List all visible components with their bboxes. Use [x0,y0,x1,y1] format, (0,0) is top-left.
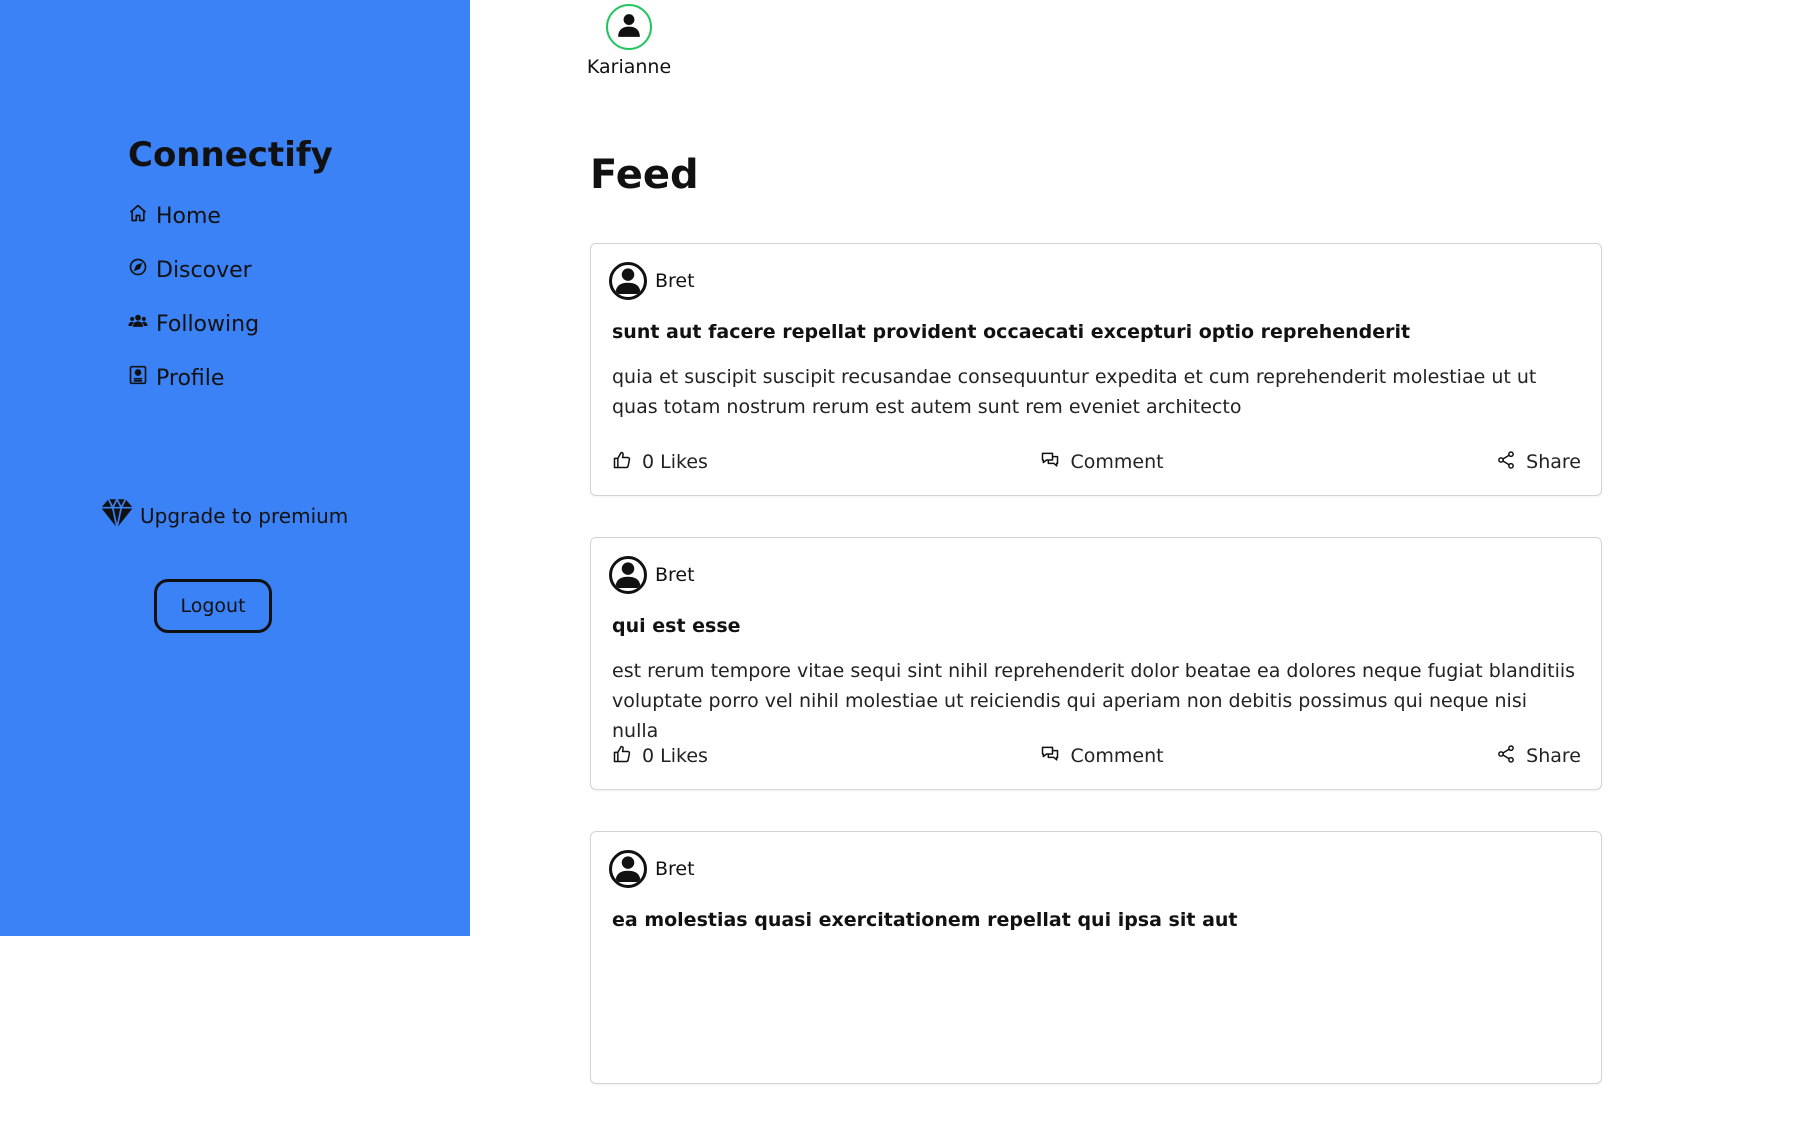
post-header: Bret [609,262,695,300]
upgrade-label: Upgrade to premium [140,503,349,528]
post-title: ea molestias quasi exercitationem repell… [612,909,1238,931]
comment-icon [1040,450,1070,475]
like-button[interactable]: 0 Likes [612,744,708,769]
feed-list: Bret sunt aut facere repellat provident … [590,243,1602,1125]
share-button[interactable]: Share [1496,450,1581,475]
thumbs-up-icon [612,450,642,475]
user-icon [613,853,643,885]
post-header: Bret [609,556,695,594]
post-body: est rerum tempore vitae sequi sint nihil… [612,660,1576,742]
story-name: Karianne [586,56,672,78]
post-body: quia et suscipit suscipit recusandae con… [612,366,1537,418]
share-icon [1496,450,1526,475]
sidebar-nav: Home Discover Following Profile [128,200,259,416]
avatar[interactable] [609,850,647,888]
nav-item-label: Following [156,311,260,337]
nav-item-discover[interactable]: Discover [128,254,259,286]
avatar[interactable] [609,556,647,594]
avatar[interactable] [609,262,647,300]
post-author[interactable]: Bret [655,858,695,880]
app-brand: Connectify [128,135,333,175]
nav-item-label: Profile [156,365,225,391]
share-label: Share [1526,745,1581,767]
nav-item-home[interactable]: Home [128,200,259,232]
comment-button[interactable]: Comment [1040,450,1164,475]
user-icon [613,559,643,591]
users-icon [128,311,156,337]
sidebar: Connectify Home Discover Following Profi… [0,0,470,936]
profile-card-icon [128,365,156,391]
home-icon [128,203,156,229]
logout-button[interactable]: Logout [154,579,272,633]
comment-label: Comment [1070,451,1164,473]
post-card: Bret qui est esse est rerum tempore vita… [590,537,1602,790]
upgrade-premium-link[interactable]: Upgrade to premium [100,496,348,535]
post-actions: 0 Likes Comment Share [612,741,1581,771]
compass-icon [128,257,156,283]
likes-count: 0 Likes [642,745,708,767]
post-author[interactable]: Bret [655,270,695,292]
like-button[interactable]: 0 Likes [612,450,708,475]
nav-item-profile[interactable]: Profile [128,362,259,394]
likes-count: 0 Likes [642,451,708,473]
share-icon [1496,744,1526,769]
story-avatar [606,4,652,50]
post-card: Bret ea molestias quasi exercitationem r… [590,831,1602,1084]
post-title: qui est esse [612,615,741,637]
user-icon [616,12,642,42]
comment-label: Comment [1070,745,1164,767]
comment-icon [1040,744,1070,769]
post-title: sunt aut facere repellat provident occae… [612,321,1411,343]
post-author[interactable]: Bret [655,564,695,586]
nav-item-label: Discover [156,257,252,283]
user-icon [613,265,643,297]
feed-title: Feed [590,152,699,198]
nav-item-following[interactable]: Following [128,308,259,340]
story-item[interactable]: Karianne [585,4,673,78]
diamond-icon [100,496,140,535]
thumbs-up-icon [612,744,642,769]
post-actions: 0 Likes Comment Share [612,447,1581,477]
share-button[interactable]: Share [1496,744,1581,769]
comment-button[interactable]: Comment [1040,744,1164,769]
share-label: Share [1526,451,1581,473]
nav-item-label: Home [156,203,221,229]
post-header: Bret [609,850,695,888]
post-card: Bret sunt aut facere repellat provident … [590,243,1602,496]
